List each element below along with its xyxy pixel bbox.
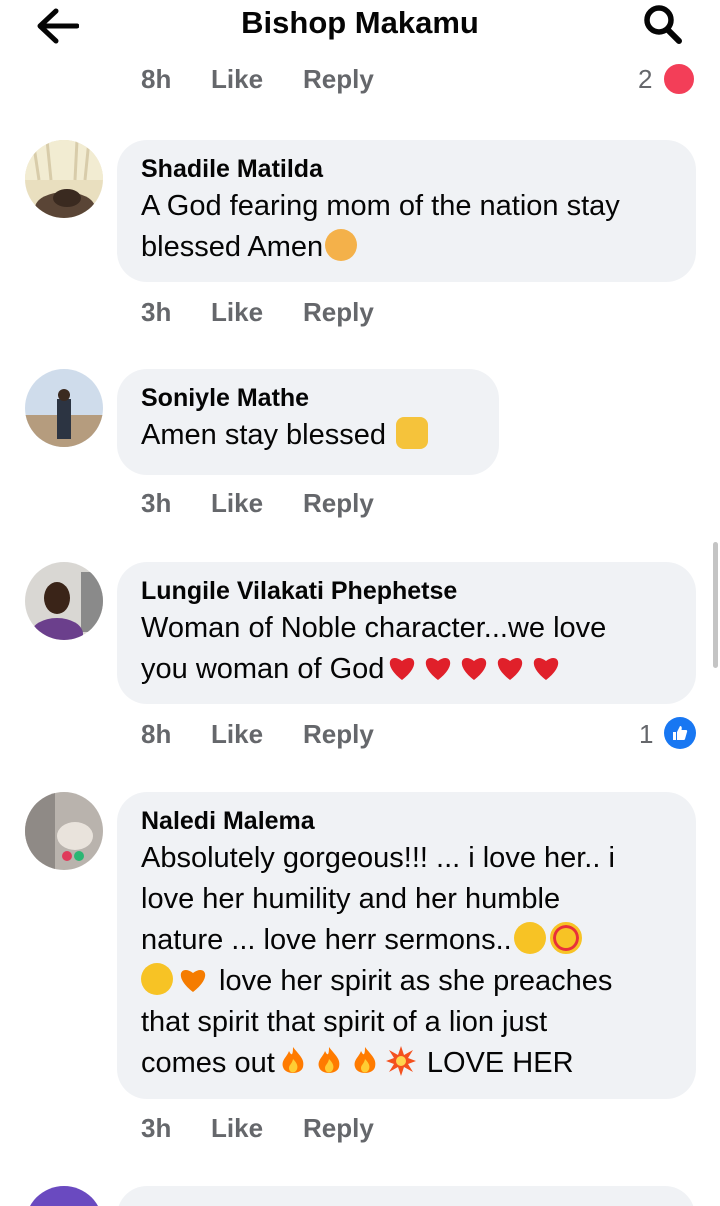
collision-emoji [385, 1046, 416, 1077]
comment-text-body: nature ... love herr sermons.. [141, 924, 512, 956]
raised-hands-emoji [396, 417, 429, 450]
face-blowing-kiss-emoji [141, 963, 173, 996]
comment-text-line: Absolutely gorgeous!!! ... i love her.. … [141, 842, 615, 874]
search-button[interactable] [636, 2, 690, 48]
comment-bubble[interactable]: Lungile Vilakati Phephetse Woman of Nobl… [117, 562, 696, 704]
comment-text-body: LOVE HER [418, 1047, 574, 1079]
previous-comment-meta: 8h Like Reply 2 [0, 58, 720, 98]
comment-bubble[interactable] [117, 1186, 695, 1206]
red-heart-emoji [498, 658, 523, 681]
comment-text-body: Amen stay blessed [141, 419, 387, 451]
comment-text-body: A God fearing mom of the nation stay ble… [141, 190, 620, 263]
like-button[interactable]: Like [211, 488, 263, 519]
thumbs-up-reaction-icon [664, 717, 696, 749]
comment-bubble[interactable]: Shadile Matilda A God fearing mom of the… [117, 140, 696, 282]
comment-text-line: love her spirit as she preaches [141, 961, 672, 1002]
scrollbar-thumb[interactable] [713, 542, 718, 668]
comment-author[interactable]: Lungile Vilakati Phephetse [141, 574, 672, 608]
comment-text-line: comes out LOVE HER [141, 1043, 672, 1084]
reply-button[interactable]: Reply [303, 1113, 374, 1144]
top-bar: Bishop Makamu [0, 0, 720, 52]
comment-timestamp: 3h [141, 1113, 172, 1143]
comment-author[interactable]: Soniyle Mathe [141, 381, 475, 415]
comment-text-body: love her spirit as she preaches [211, 965, 613, 997]
comment-timestamp: 3h [141, 297, 172, 327]
like-button[interactable]: Like [211, 64, 263, 95]
comment-bubble[interactable]: Soniyle Mathe Amen stay blessed [117, 369, 499, 475]
heart-eyes-emoji [549, 922, 582, 955]
comment-bubble[interactable]: Naledi Malema Absolutely gorgeous!!! ...… [117, 792, 696, 1099]
avatar[interactable] [25, 1186, 103, 1206]
star-struck-emoji [513, 922, 546, 955]
comment-text: Woman of Noble character...we love you w… [141, 608, 672, 690]
search-icon [644, 5, 682, 44]
red-heart-emoji [534, 658, 559, 681]
page-title: Bishop Makamu [241, 5, 479, 40]
comment-text: A God fearing mom of the nation stay ble… [141, 186, 672, 268]
comment-text-line: you woman of God [141, 649, 672, 690]
avatar[interactable] [25, 562, 103, 640]
reply-button[interactable]: Reply [303, 64, 374, 95]
raising-hand-emoji [325, 229, 358, 262]
red-heart-emoji [390, 658, 415, 681]
fire-emoji [354, 1047, 376, 1074]
comment-text-line: love her humility and her humble [141, 883, 561, 915]
comment-author[interactable]: Shadile Matilda [141, 152, 672, 186]
comment-text-line: Woman of Noble character...we love [141, 612, 607, 644]
like-button[interactable]: Like [211, 1113, 263, 1144]
reply-button[interactable]: Reply [303, 719, 374, 750]
reply-button[interactable]: Reply [303, 297, 374, 328]
comment-text-body: you woman of God [141, 653, 385, 685]
comment-text-line: nature ... love herr sermons.. [141, 920, 672, 961]
comment-text-body: comes out [141, 1047, 275, 1079]
red-heart-emoji [462, 658, 487, 681]
red-heart-emoji [426, 658, 451, 681]
comment-text-line: that spirit that spirit of a lion just [141, 1006, 548, 1038]
fire-emoji [318, 1047, 340, 1074]
comment-text: Absolutely gorgeous!!! ... i love her.. … [141, 838, 672, 1084]
heart-reaction-icon [662, 62, 696, 96]
reaction-count: 2 [638, 64, 653, 94]
comment-text: Amen stay blessed [141, 415, 475, 456]
avatar[interactable] [25, 792, 103, 870]
comment-timestamp: 8h [141, 719, 172, 749]
comment-timestamp: 8h [141, 64, 172, 94]
like-button[interactable]: Like [211, 719, 263, 750]
reaction-count[interactable]: 1 [639, 719, 653, 750]
reply-button[interactable]: Reply [303, 488, 374, 519]
like-button[interactable]: Like [211, 297, 263, 328]
comment-author[interactable]: Naledi Malema [141, 804, 672, 838]
avatar[interactable] [25, 140, 103, 218]
comment-timestamp: 3h [141, 488, 172, 518]
avatar[interactable] [25, 369, 103, 447]
orange-heart-emoji [180, 970, 206, 993]
fire-emoji [282, 1047, 304, 1074]
